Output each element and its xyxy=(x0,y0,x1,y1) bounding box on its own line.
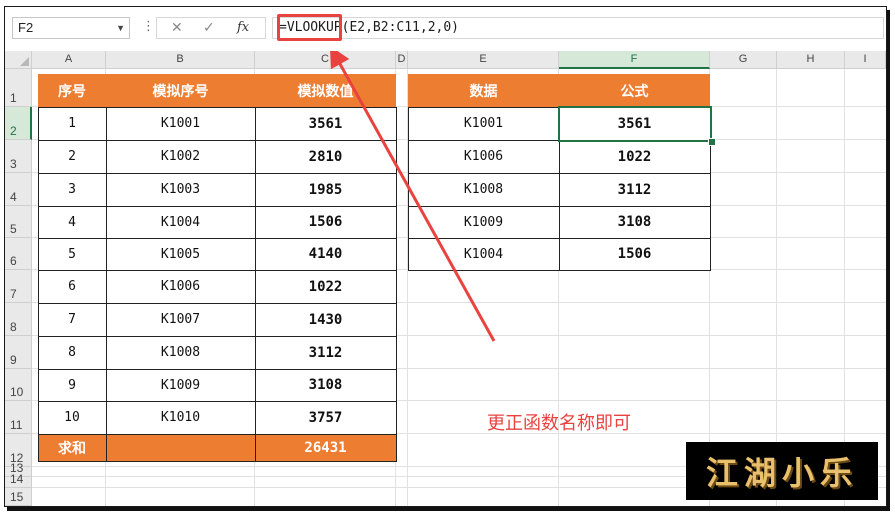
worksheet-grid[interactable]: ABCDEFGHI 1 2 3 4 5 6 7 8 9 10 11 12 13 14 15 序号 模拟序号 模拟… xyxy=(5,51,886,506)
more-options-icon[interactable]: ⋮ xyxy=(142,19,155,34)
annotation-note: 更正函数名称即可 xyxy=(487,413,631,434)
function-name-highlight xyxy=(277,14,342,41)
cancel-icon[interactable]: ✕ xyxy=(171,19,183,37)
annotation-arrow xyxy=(329,51,496,342)
insert-function-icon[interactable]: fx xyxy=(237,19,249,37)
formula-bar: F2 ▼ ⋮ ✕ ✓ fx =VLOOKUP(E2,B2:C11,2,0) xyxy=(5,7,886,52)
arrow-line xyxy=(329,51,496,342)
chevron-down-icon[interactable]: ▼ xyxy=(116,18,125,38)
formula-tools: ✕ ✓ fx xyxy=(156,17,266,39)
enter-icon[interactable]: ✓ xyxy=(203,19,215,37)
formula-input[interactable]: =VLOOKUP(E2,B2:C11,2,0) xyxy=(272,17,884,39)
name-box-value: F2 xyxy=(18,20,34,35)
screenshot-frame: F2 ▼ ⋮ ✕ ✓ fx =VLOOKUP(E2,B2:C11,2,0) AB… xyxy=(4,6,887,507)
watermark-logo: 江湖小乐 xyxy=(686,442,878,500)
name-box[interactable]: F2 ▼ xyxy=(12,17,130,39)
